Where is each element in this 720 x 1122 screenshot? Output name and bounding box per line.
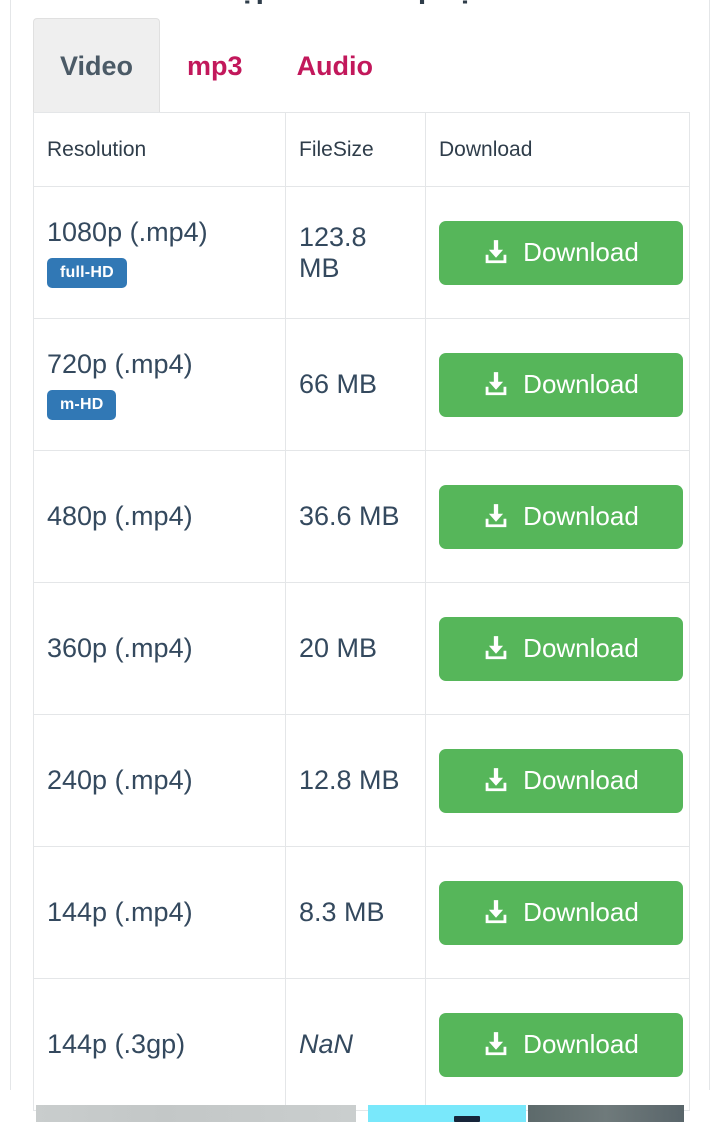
quality-badge: full-HD (47, 257, 127, 288)
download-table-wrapper: Resolution FileSize Download 1080p (.mp4… (33, 112, 690, 1111)
quality-badge: m-HD (47, 389, 117, 420)
filesize-cell: 123.8 MB (285, 186, 426, 319)
bottom-thumbnail-strip (0, 1105, 720, 1122)
table-row: 240p (.mp4) 12.8 MB Download (33, 714, 690, 847)
resolution-cell: 240p (.mp4) (33, 714, 286, 847)
table-head: Resolution FileSize Download (33, 112, 690, 187)
resolution-cell: 720p (.mp4) m-HD (33, 318, 286, 451)
download-icon (483, 635, 509, 663)
tab-audio-label: Audio (296, 50, 374, 81)
tab-audio[interactable]: Audio (270, 18, 400, 113)
download-button[interactable]: Download (439, 748, 683, 813)
download-button[interactable]: Download (439, 1012, 683, 1077)
tab-mp3[interactable]: mp3 (160, 18, 270, 113)
download-cell: Download (425, 450, 690, 583)
download-button[interactable]: Download (439, 880, 683, 945)
tab-video-label: Video (60, 50, 134, 81)
boat-shape-icon (454, 1116, 480, 1122)
filesize-cell: 20 MB (285, 582, 426, 715)
tab-mp3-label: mp3 (187, 50, 243, 81)
download-button[interactable]: Download (439, 616, 683, 681)
column-header-download: Download (425, 112, 690, 187)
table-row: 360p (.mp4) 20 MB Download (33, 582, 690, 715)
table-header-row: Resolution FileSize Download (33, 112, 690, 187)
download-button[interactable]: Download (439, 352, 683, 417)
download-cell: Download (425, 978, 690, 1111)
column-header-resolution: Resolution (33, 112, 286, 187)
download-icon (483, 371, 509, 399)
filesize-cell: 66 MB (285, 318, 426, 451)
thumbnail-dark[interactable] (528, 1105, 684, 1122)
download-button-label: Download (523, 237, 639, 267)
download-button-label: Download (523, 765, 639, 795)
filesize-cell: 12.8 MB (285, 714, 426, 847)
resolution-label: 144p (.mp4) (47, 896, 193, 927)
resolution-cell: 144p (.mp4) (33, 846, 286, 979)
resolution-label: 480p (.mp4) (47, 500, 193, 531)
download-button[interactable]: Download (439, 484, 683, 549)
resolution-cell: 1080p (.mp4) full-HD (33, 186, 286, 319)
tab-video[interactable]: Video (33, 18, 161, 113)
thumbnail-cyan[interactable] (368, 1105, 526, 1122)
table-row: 1080p (.mp4) full-HD 123.8 MB Download (33, 186, 690, 319)
download-button-label: Download (523, 369, 639, 399)
download-icon (483, 239, 509, 267)
download-cell: Download (425, 186, 690, 319)
download-cell: Download (425, 582, 690, 715)
download-icon (483, 767, 509, 795)
download-table: Resolution FileSize Download 1080p (.mp4… (33, 112, 690, 1111)
table-row: 144p (.mp4) 8.3 MB Download (33, 846, 690, 979)
download-cell: Download (425, 846, 690, 979)
download-button-label: Download (523, 633, 639, 663)
download-button-label: Download (523, 1029, 639, 1059)
resolution-label: 240p (.mp4) (47, 764, 193, 795)
table-row: 144p (.3gp) NaN Download (33, 978, 690, 1111)
resolution-cell: 480p (.mp4) (33, 450, 286, 583)
filesize-cell: NaN (285, 978, 426, 1111)
resolution-cell: 144p (.3gp) (33, 978, 286, 1111)
download-icon (483, 1031, 509, 1059)
download-button-label: Download (523, 897, 639, 927)
format-tabs: Video mp3 Audio (33, 18, 400, 113)
resolution-label: 720p (.mp4) (47, 349, 193, 380)
table-row: 480p (.mp4) 36.6 MB Download (33, 450, 690, 583)
download-cell: Download (425, 318, 690, 451)
page-container: Video mp3 Audio Resolution FileSize Down… (10, 0, 710, 1111)
download-icon (483, 503, 509, 531)
download-cell: Download (425, 714, 690, 847)
table-body: 1080p (.mp4) full-HD 123.8 MB Download 720p … (33, 186, 690, 1111)
download-button-label: Download (523, 501, 639, 531)
resolution-label: 144p (.3gp) (47, 1028, 186, 1059)
thumbnail-gray[interactable] (36, 1105, 356, 1122)
table-row: 720p (.mp4) m-HD 66 MB Download (33, 318, 690, 451)
resolution-label: 360p (.mp4) (47, 632, 193, 663)
resolution-label: 1080p (.mp4) (47, 217, 208, 248)
filesize-cell: 8.3 MB (285, 846, 426, 979)
download-button[interactable]: Download (439, 220, 683, 285)
download-icon (483, 899, 509, 927)
column-header-filesize: FileSize (285, 112, 426, 187)
filesize-cell: 36.6 MB (285, 450, 426, 583)
resolution-cell: 360p (.mp4) (33, 582, 286, 715)
